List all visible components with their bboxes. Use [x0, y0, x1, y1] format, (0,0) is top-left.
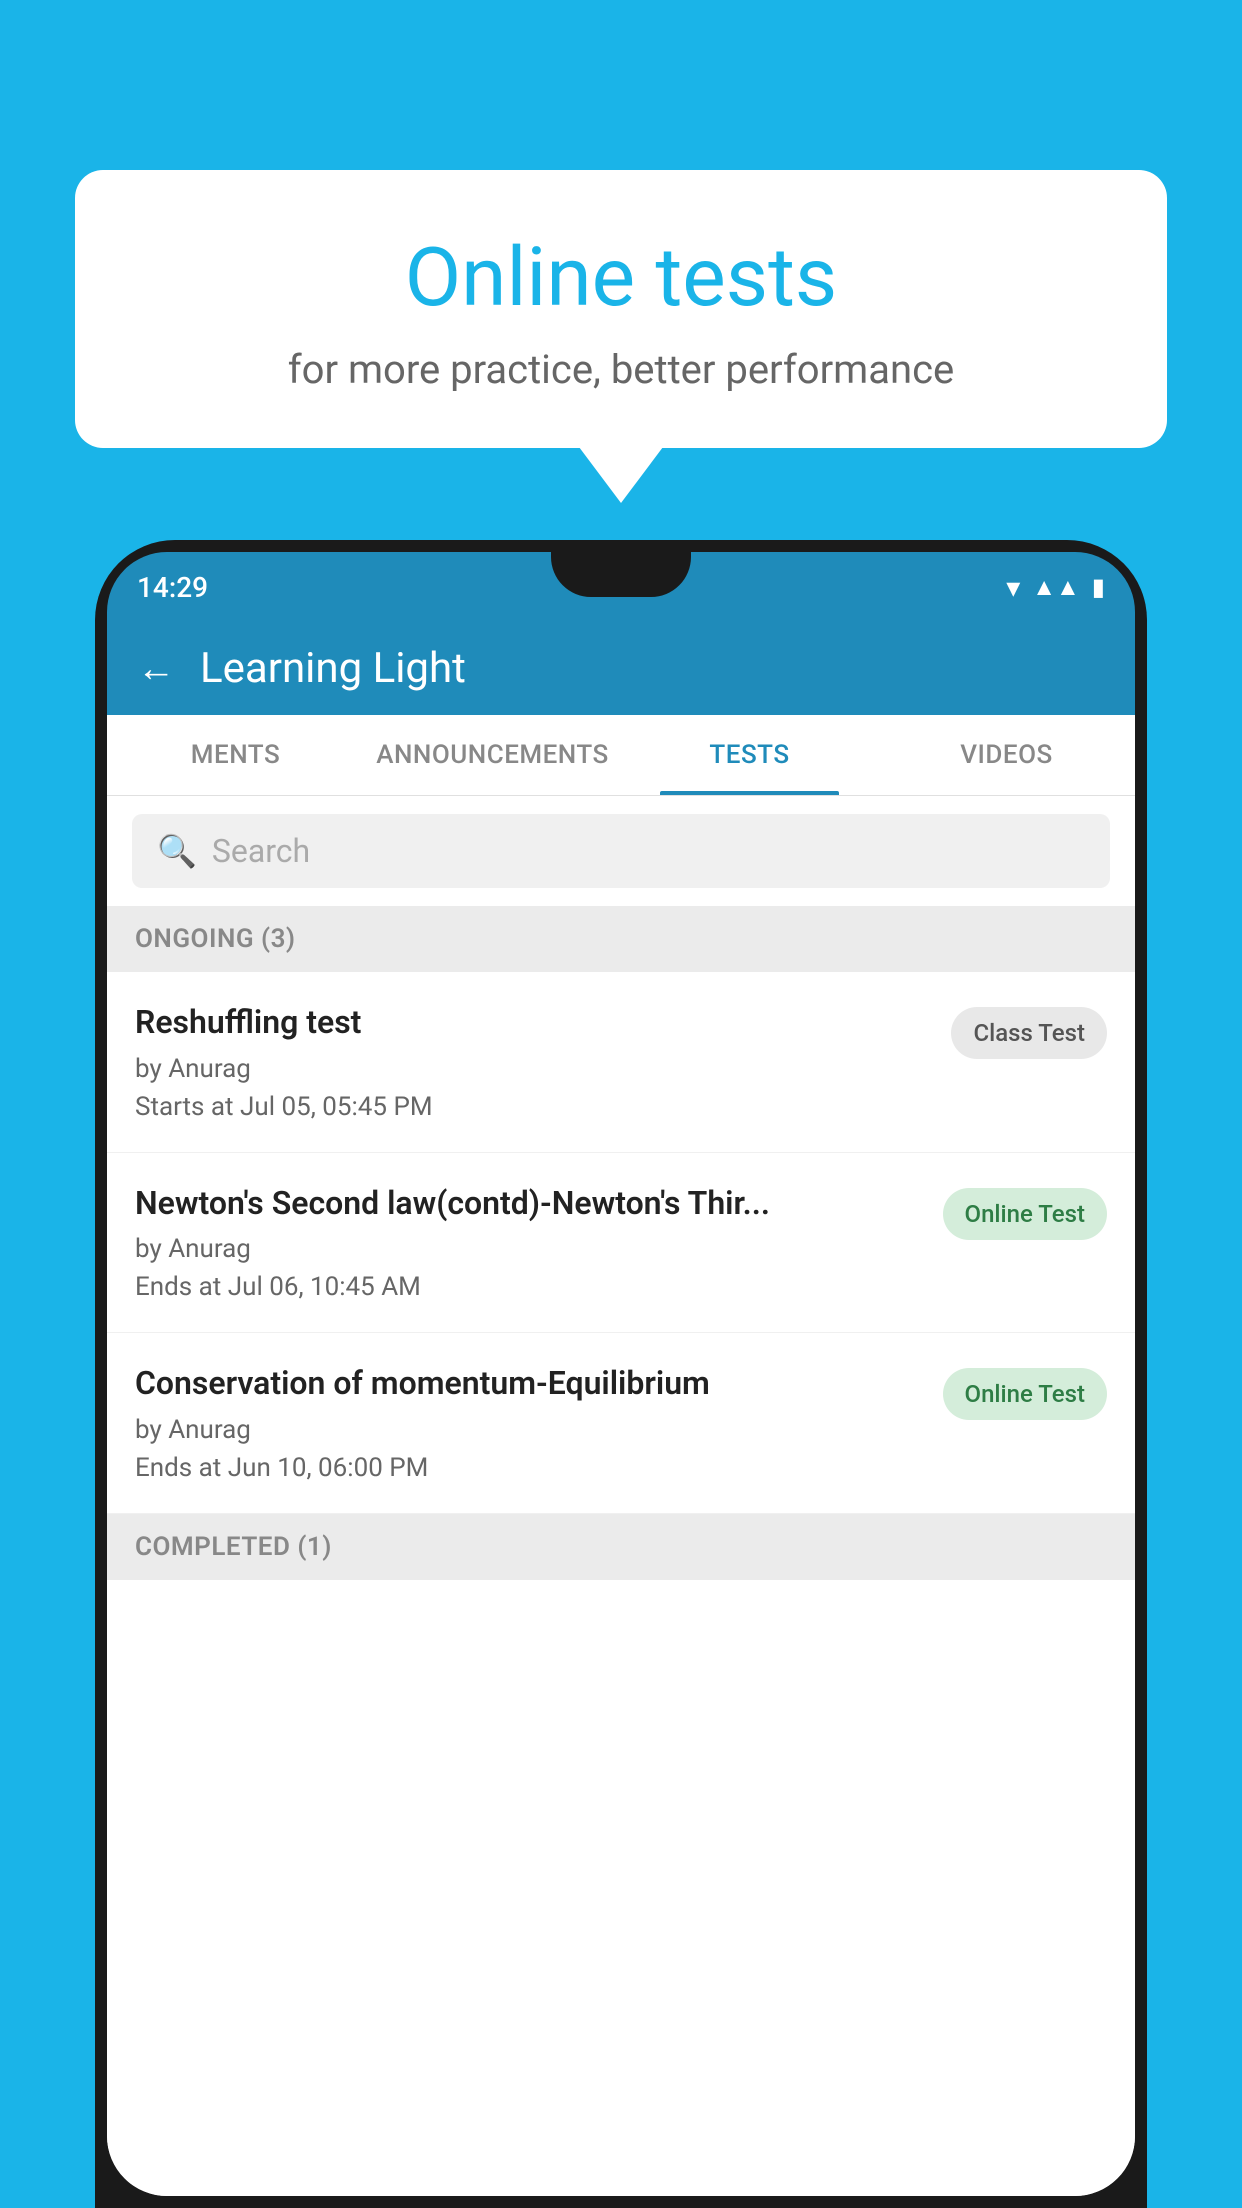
test-author: by Anurag: [135, 1054, 931, 1084]
time-value: Jul 06, 10:45 AM: [228, 1272, 421, 1302]
notch: [551, 552, 691, 597]
app-header: ← Learning Light: [107, 622, 1135, 715]
test-item[interactable]: Newton's Second law(contd)-Newton's Thir…: [107, 1153, 1135, 1334]
time-label: Ends at: [135, 1272, 221, 1302]
clock: 14:29: [137, 571, 208, 604]
bubble-title: Online tests: [125, 230, 1117, 326]
speech-bubble: Online tests for more practice, better p…: [75, 170, 1167, 448]
tab-tests[interactable]: TESTS: [621, 715, 878, 795]
tabs-bar: MENTS ANNOUNCEMENTS TESTS VIDEOS: [107, 715, 1135, 796]
search-box[interactable]: 🔍 Search: [132, 814, 1110, 888]
signal-icon: ▲▲: [1032, 573, 1080, 602]
search-input[interactable]: Search: [212, 832, 310, 870]
tab-ments[interactable]: MENTS: [107, 715, 364, 795]
test-badge-online-2: Online Test: [943, 1368, 1107, 1420]
search-container: 🔍 Search: [107, 796, 1135, 906]
app-title: Learning Light: [200, 644, 466, 693]
test-info: Newton's Second law(contd)-Newton's Thir…: [135, 1183, 923, 1303]
test-name: Newton's Second law(contd)-Newton's Thir…: [135, 1183, 923, 1225]
test-badge-online: Online Test: [943, 1188, 1107, 1240]
battery-icon: ▮: [1092, 573, 1105, 601]
test-author: by Anurag: [135, 1415, 923, 1445]
wifi-icon: ▾: [1006, 571, 1020, 604]
app-screen: ← Learning Light MENTS ANNOUNCEMENTS TES…: [107, 622, 1135, 2196]
time-value: Jun 10, 06:00 PM: [228, 1453, 429, 1483]
tab-videos[interactable]: VIDEOS: [878, 715, 1135, 795]
tests-list: Reshuffling test by Anurag Starts at Jul…: [107, 972, 1135, 2196]
test-time: Ends at Jul 06, 10:45 AM: [135, 1272, 923, 1302]
bubble-subtitle: for more practice, better performance: [125, 346, 1117, 393]
status-bar: 14:29 ▾ ▲▲ ▮: [107, 552, 1135, 622]
phone-frame: 14:29 ▾ ▲▲ ▮ ← Learning Light MENTS ANNO…: [95, 540, 1147, 2208]
time-label: Ends at: [135, 1453, 221, 1483]
time-value: Jul 05, 05:45 PM: [240, 1092, 433, 1122]
test-item[interactable]: Reshuffling test by Anurag Starts at Jul…: [107, 972, 1135, 1153]
test-author: by Anurag: [135, 1234, 923, 1264]
test-info: Reshuffling test by Anurag Starts at Jul…: [135, 1002, 931, 1122]
test-badge-class: Class Test: [951, 1007, 1107, 1059]
status-icons: ▾ ▲▲ ▮: [1006, 571, 1105, 604]
test-item[interactable]: Conservation of momentum-Equilibrium by …: [107, 1333, 1135, 1514]
completed-section-header: COMPLETED (1): [107, 1514, 1135, 1580]
time-label: Starts at: [135, 1092, 234, 1122]
tab-announcements[interactable]: ANNOUNCEMENTS: [364, 715, 621, 795]
test-name: Conservation of momentum-Equilibrium: [135, 1363, 923, 1405]
phone-body: 14:29 ▾ ▲▲ ▮ ← Learning Light MENTS ANNO…: [95, 540, 1147, 2208]
back-button[interactable]: ←: [137, 647, 175, 691]
search-icon: 🔍: [157, 832, 197, 870]
test-time: Starts at Jul 05, 05:45 PM: [135, 1092, 931, 1122]
test-time: Ends at Jun 10, 06:00 PM: [135, 1453, 923, 1483]
test-info: Conservation of momentum-Equilibrium by …: [135, 1363, 923, 1483]
test-name: Reshuffling test: [135, 1002, 931, 1044]
ongoing-section-header: ONGOING (3): [107, 906, 1135, 972]
